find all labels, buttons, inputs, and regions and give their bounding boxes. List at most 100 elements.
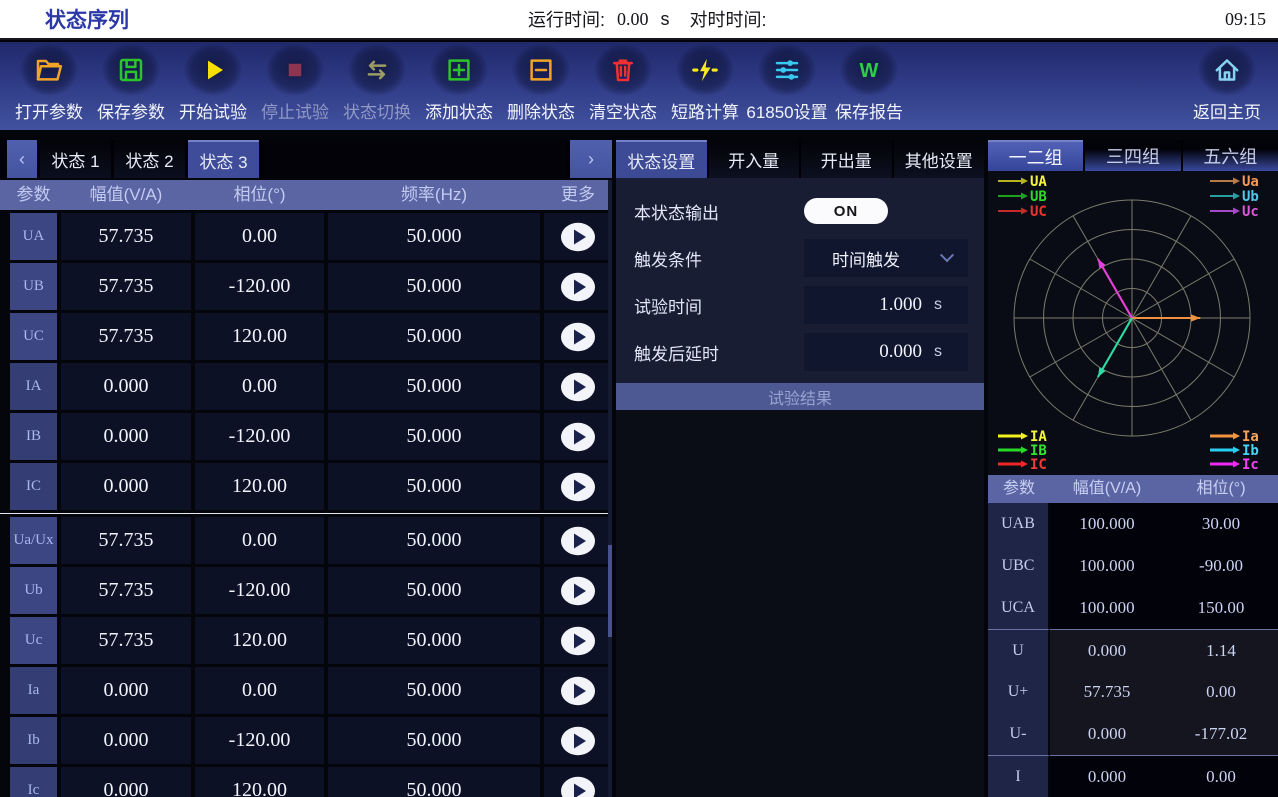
phase-cell[interactable]: 120.00 <box>195 617 324 664</box>
amplitude-cell[interactable]: 57.735 <box>61 263 191 310</box>
tab-other-settings[interactable]: 其他设置 <box>894 140 985 178</box>
param-label: IB <box>10 413 57 460</box>
amplitude-cell[interactable]: 0.000 <box>61 767 191 797</box>
svg-text:UA: UA <box>1030 174 1047 190</box>
frequency-cell[interactable]: 50.000 <box>328 213 540 260</box>
amplitude-value: 0.000 <box>1050 713 1164 755</box>
amplitude-value: 0.000 <box>1050 629 1164 671</box>
toolbar-button-start-test[interactable]: 开始试验 <box>172 44 254 123</box>
phase-cell[interactable]: -120.00 <box>195 413 324 460</box>
row-more-button[interactable] <box>544 567 612 614</box>
row-more-button[interactable] <box>544 213 612 260</box>
phase-cell[interactable]: 120.00 <box>195 767 324 797</box>
toolbar-button-add-state[interactable]: 添加状态 <box>418 44 500 123</box>
amplitude-cell[interactable]: 57.735 <box>61 617 191 664</box>
frequency-cell[interactable]: 50.000 <box>328 263 540 310</box>
phase-cell[interactable]: 0.00 <box>195 363 324 410</box>
row-more-button[interactable] <box>544 767 612 797</box>
toolbar-button-delete-state[interactable]: 删除状态 <box>500 44 582 123</box>
phase-cell[interactable]: 0.00 <box>195 213 324 260</box>
row-more-button[interactable] <box>544 413 612 460</box>
phase-cell[interactable]: 0.00 <box>195 667 324 714</box>
row-more-button[interactable] <box>544 667 612 714</box>
tab-state-settings[interactable]: 状态设置 <box>616 140 707 178</box>
amplitude-cell[interactable]: 0.000 <box>61 667 191 714</box>
frequency-cell[interactable]: 50.000 <box>328 617 540 664</box>
svg-text:Ic: Ic <box>1242 457 1259 473</box>
play-more-icon <box>560 372 596 402</box>
phase-cell[interactable]: -120.00 <box>195 263 324 310</box>
play-more-icon <box>560 472 596 502</box>
frequency-cell[interactable]: 50.000 <box>328 767 540 797</box>
amplitude-cell[interactable]: 57.735 <box>61 213 191 260</box>
test-time-input[interactable]: 1.000 s <box>804 286 968 324</box>
trigger-select[interactable]: 时间触发 <box>804 239 968 277</box>
folder-open-icon <box>34 55 64 85</box>
stop-icon <box>280 55 310 85</box>
amplitude-cell[interactable]: 57.735 <box>61 567 191 614</box>
phase-cell[interactable]: 120.00 <box>195 313 324 360</box>
runtime-unit: s <box>661 9 670 30</box>
phase-cell[interactable]: -120.00 <box>195 567 324 614</box>
row-more-button[interactable] <box>544 617 612 664</box>
frequency-cell[interactable]: 50.000 <box>328 363 540 410</box>
amplitude-cell[interactable]: 57.735 <box>61 517 191 564</box>
toolbar-button-clear-states[interactable]: 清空状态 <box>582 44 664 123</box>
frequency-cell[interactable]: 50.000 <box>328 717 540 764</box>
param-label: Ib <box>10 717 57 764</box>
amplitude-cell[interactable]: 0.000 <box>61 463 191 510</box>
frequency-cell[interactable]: 50.000 <box>328 517 540 564</box>
tab-state-2[interactable]: 状态 2 <box>114 140 185 178</box>
prev-state-tab-button[interactable]: ‹ <box>7 140 37 178</box>
play-more-icon <box>560 272 596 302</box>
tab-group-34[interactable]: 三四组 <box>1085 140 1180 171</box>
legend-UB: UB <box>998 189 1047 205</box>
amplitude-cell[interactable]: 0.000 <box>61 363 191 410</box>
row-more-button[interactable] <box>544 463 612 510</box>
phase-cell[interactable]: -120.00 <box>195 717 324 764</box>
row-more-button[interactable] <box>544 363 612 410</box>
frequency-cell[interactable]: 50.000 <box>328 313 540 360</box>
toolbar-button-iec61850-settings[interactable]: 61850设置 <box>746 44 828 123</box>
play-more-icon <box>560 776 596 797</box>
row-more-button[interactable] <box>544 717 612 764</box>
tab-digital-input[interactable]: 开入量 <box>709 140 800 178</box>
frequency-cell[interactable]: 50.000 <box>328 667 540 714</box>
legend-Uc: Uc <box>1210 204 1259 220</box>
toolbar-label: 返回主页 <box>1193 98 1261 123</box>
frequency-cell[interactable]: 50.000 <box>328 463 540 510</box>
toolbar-button-back-home[interactable]: 返回主页 <box>1186 44 1268 123</box>
tab-group-12[interactable]: 一二组 <box>988 140 1083 171</box>
add-square-icon <box>444 55 474 85</box>
row-more-button[interactable] <box>544 313 612 360</box>
param-label: IC <box>10 463 57 510</box>
column-header: 参数 <box>10 180 57 210</box>
row-more-button[interactable] <box>544 517 612 564</box>
toolbar-button-short-circuit-calc[interactable]: 短路计算 <box>664 44 746 123</box>
scrollbar-thumb[interactable] <box>608 545 612 637</box>
tab-state-3[interactable]: 状态 3 <box>188 140 259 178</box>
tab-group-56[interactable]: 五六组 <box>1183 140 1278 171</box>
tab-state-1[interactable]: 状态 1 <box>40 140 111 178</box>
trash-icon <box>608 55 638 85</box>
next-state-tab-button[interactable]: › <box>570 140 612 178</box>
trigger-selected-value: 时间触发 <box>804 246 900 271</box>
frequency-cell[interactable]: 50.000 <box>328 567 540 614</box>
tab-digital-output[interactable]: 开出量 <box>801 140 892 178</box>
play-more-icon <box>560 626 596 656</box>
phase-cell[interactable]: 0.00 <box>195 517 324 564</box>
amplitude-cell[interactable]: 0.000 <box>61 717 191 764</box>
param-label: I <box>988 755 1050 797</box>
toolbar-button-open-params[interactable]: 打开参数 <box>8 44 90 123</box>
output-toggle[interactable]: ON <box>804 198 888 224</box>
phase-value: 1.14 <box>1164 629 1278 671</box>
toolbar-button-save-params[interactable]: 保存参数 <box>90 44 172 123</box>
toolbar-button-save-report[interactable]: W保存报告 <box>828 44 910 123</box>
delay-input[interactable]: 0.000 s <box>804 333 968 371</box>
row-more-button[interactable] <box>544 263 612 310</box>
frequency-cell[interactable]: 50.000 <box>328 413 540 460</box>
scrollbar-track[interactable] <box>608 180 612 797</box>
amplitude-cell[interactable]: 0.000 <box>61 413 191 460</box>
phase-cell[interactable]: 120.00 <box>195 463 324 510</box>
amplitude-cell[interactable]: 57.735 <box>61 313 191 360</box>
